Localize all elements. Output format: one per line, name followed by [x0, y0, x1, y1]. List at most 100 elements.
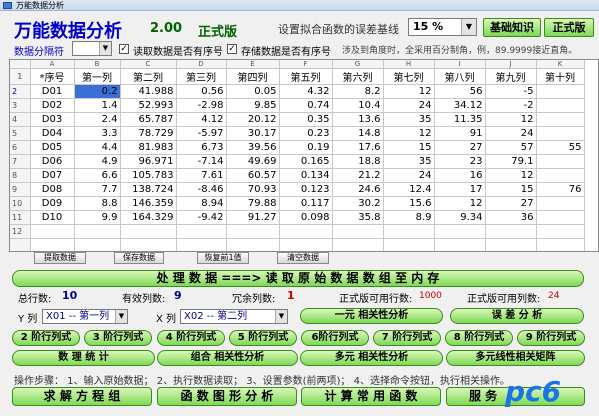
det-3-button[interactable]: 3 阶行列式: [84, 330, 152, 346]
table-cell[interactable]: 12: [383, 84, 435, 99]
table-cell[interactable]: [536, 168, 585, 183]
table-cell[interactable]: 15: [383, 140, 435, 155]
table-cell[interactable]: 2.4: [74, 112, 121, 127]
table-cell[interactable]: D07: [30, 168, 75, 183]
table-cell[interactable]: 18.8: [332, 154, 384, 169]
table-cell[interactable]: 3.3: [74, 126, 121, 141]
table-cell[interactable]: 17: [434, 182, 486, 197]
chevron-down-icon[interactable]: ▼: [99, 42, 111, 55]
clear-data-button[interactable]: 清空数据: [277, 252, 329, 264]
y-column-select[interactable]: X01 -- 第一列 ▼: [42, 309, 128, 324]
table-cell[interactable]: [279, 224, 333, 239]
table-cell[interactable]: [332, 238, 384, 251]
table-cell[interactable]: 11.35: [434, 112, 486, 127]
table-cell[interactable]: -5.97: [176, 126, 227, 141]
save-data-button[interactable]: 保存数据: [114, 252, 164, 264]
table-cell[interactable]: 76: [536, 182, 585, 197]
table-cell[interactable]: -2.98: [176, 98, 227, 113]
table-cell[interactable]: 16: [434, 168, 486, 183]
table-cell[interactable]: D01: [30, 84, 75, 99]
row-number[interactable]: 4: [10, 112, 31, 127]
table-cell[interactable]: 20.12: [226, 112, 280, 127]
combo-correlation-button[interactable]: 组合 相关性分析: [157, 350, 298, 366]
restore-data-button[interactable]: 恢复前1值: [197, 252, 249, 264]
table-cell[interactable]: [176, 224, 227, 239]
table-cell[interactable]: 91: [434, 126, 486, 141]
table-cell[interactable]: 105.783: [120, 168, 177, 183]
table-cell[interactable]: -5: [485, 84, 537, 99]
table-cell[interactable]: [536, 126, 585, 141]
table-cell[interactable]: [536, 238, 585, 251]
table-cell[interactable]: 138.724: [120, 182, 177, 197]
table-cell[interactable]: 12: [485, 168, 537, 183]
common-functions-button[interactable]: 计 算 常 用 函 数: [301, 387, 441, 406]
column-header[interactable]: 第二列: [120, 68, 177, 85]
table-cell[interactable]: [536, 112, 585, 127]
table-cell[interactable]: [332, 224, 384, 239]
table-cell[interactable]: 8.9: [383, 210, 435, 225]
table-cell[interactable]: D03: [30, 112, 75, 127]
table-cell[interactable]: 0.56: [176, 84, 227, 99]
column-header[interactable]: 第三列: [176, 68, 227, 85]
table-cell[interactable]: [536, 210, 585, 225]
table-cell[interactable]: [279, 238, 333, 251]
table-cell[interactable]: -7.14: [176, 154, 227, 169]
chevron-down-icon[interactable]: ▼: [461, 19, 476, 35]
det-9-button[interactable]: 9 阶行列式: [517, 330, 585, 346]
table-cell[interactable]: [30, 224, 75, 239]
column-header[interactable]: 第六列: [332, 68, 384, 85]
table-cell[interactable]: 0.2: [74, 84, 121, 99]
error-analysis-button[interactable]: 误 差 分 析: [450, 308, 584, 324]
data-grid[interactable]: A B C D E F G H I J K 1 *序号 第一列 第二列 第三列 第四列 第五列 第六列 第七列 第八列第…: [9, 59, 599, 252]
table-cell[interactable]: 0.134: [279, 168, 333, 183]
table-cell[interactable]: D10: [30, 210, 75, 225]
table-cell[interactable]: 8.2: [332, 84, 384, 99]
table-cell[interactable]: 4.9: [74, 154, 121, 169]
column-letter[interactable]: G: [332, 60, 384, 69]
table-cell[interactable]: 0.123: [279, 182, 333, 197]
table-cell[interactable]: 12: [434, 196, 486, 211]
table-cell[interactable]: 27: [434, 140, 486, 155]
column-letter[interactable]: C: [120, 60, 177, 69]
column-letter[interactable]: [10, 60, 31, 69]
extract-data-button[interactable]: 提取数据: [34, 252, 86, 264]
table-cell[interactable]: 91.27: [226, 210, 280, 225]
column-header[interactable]: *序号: [30, 68, 75, 85]
table-cell[interactable]: 8.8: [74, 196, 121, 211]
column-header[interactable]: 第九列: [485, 68, 537, 85]
table-cell[interactable]: 60.57: [226, 168, 280, 183]
det-7-button[interactable]: 7 阶行列式: [373, 330, 441, 346]
table-cell[interactable]: [434, 238, 486, 251]
chevron-down-icon[interactable]: ▼: [275, 310, 287, 323]
column-letter[interactable]: I: [434, 60, 486, 69]
table-cell[interactable]: 146.359: [120, 196, 177, 211]
row-number[interactable]: 10: [10, 196, 31, 211]
table-cell[interactable]: 164.329: [120, 210, 177, 225]
row-number[interactable]: 11: [10, 210, 31, 225]
table-cell[interactable]: 0.117: [279, 196, 333, 211]
table-cell[interactable]: 15: [485, 182, 537, 197]
table-cell[interactable]: [383, 238, 435, 251]
table-cell[interactable]: 12.4: [383, 182, 435, 197]
table-cell[interactable]: 36: [485, 210, 537, 225]
row-number[interactable]: 7: [10, 154, 31, 169]
table-cell[interactable]: 52.993: [120, 98, 177, 113]
table-cell[interactable]: -8.46: [176, 182, 227, 197]
table-cell[interactable]: [383, 224, 435, 239]
table-cell[interactable]: 6.6: [74, 168, 121, 183]
table-cell[interactable]: 49.69: [226, 154, 280, 169]
table-cell[interactable]: 4.12: [176, 112, 227, 127]
table-cell[interactable]: 0.165: [279, 154, 333, 169]
process-data-button[interactable]: 处 理 数 据 ===> 读 取 原 始 数 据 数 组 至 内 存: [12, 270, 584, 287]
table-cell[interactable]: 56: [434, 84, 486, 99]
table-cell[interactable]: 78.729: [120, 126, 177, 141]
column-header[interactable]: 第四列: [226, 68, 280, 85]
table-cell[interactable]: [176, 238, 227, 251]
row-number[interactable]: 9: [10, 182, 31, 197]
table-cell[interactable]: 23: [434, 154, 486, 169]
table-cell[interactable]: 35.8: [332, 210, 384, 225]
table-cell[interactable]: 17.6: [332, 140, 384, 155]
chevron-down-icon[interactable]: ▼: [115, 310, 127, 323]
table-cell[interactable]: 10.4: [332, 98, 384, 113]
table-cell[interactable]: 57: [485, 140, 537, 155]
